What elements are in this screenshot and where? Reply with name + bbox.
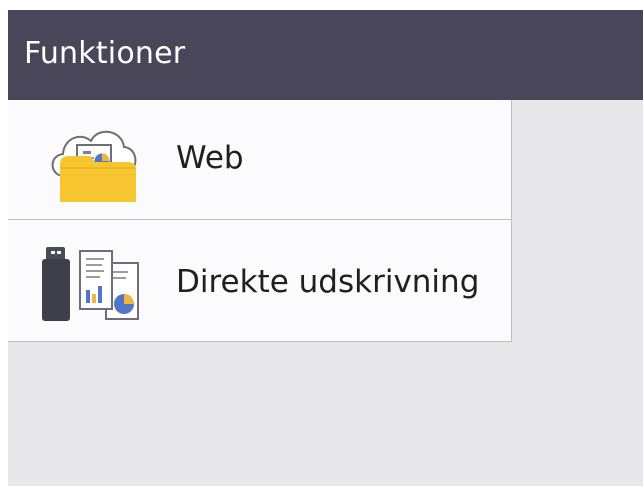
cloud-folder-icon bbox=[42, 114, 144, 204]
menu-item-direct-print-label: Direkte udskrivning bbox=[176, 264, 480, 300]
usb-document-icon bbox=[42, 243, 144, 333]
menu-item-web[interactable]: Web bbox=[8, 100, 511, 220]
functions-menu: Web Direkte udskrivning bbox=[8, 100, 512, 342]
menu-item-direct-print[interactable]: Direkte udskrivning bbox=[8, 221, 511, 341]
header-bar: Funktioner bbox=[8, 10, 643, 100]
printer-display: Funktioner Web Direkte udskrivning bbox=[8, 10, 643, 486]
page-title: Funktioner bbox=[24, 36, 186, 71]
menu-item-web-label: Web bbox=[176, 140, 244, 176]
